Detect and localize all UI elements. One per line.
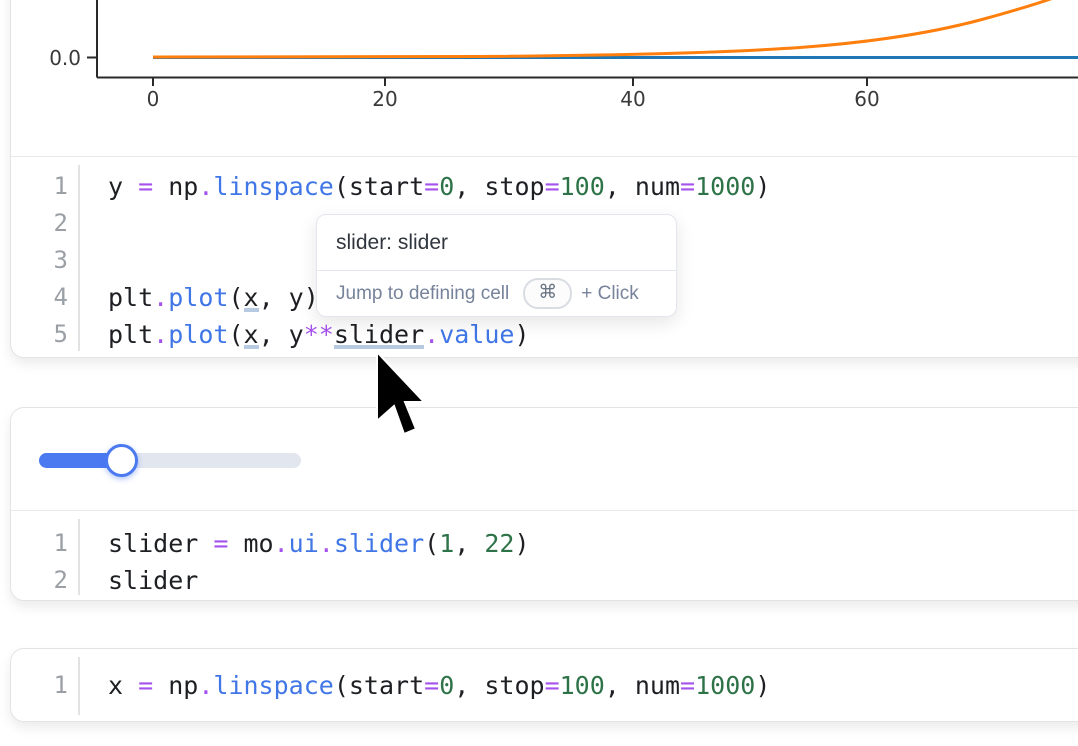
code-token: 0 — [439, 671, 454, 700]
code-token: x — [244, 320, 259, 349]
code-token: . — [153, 320, 168, 349]
line-number: 1 — [11, 667, 87, 704]
code-text[interactable]: slider = mo.ui.slider(1, 22) — [108, 525, 530, 562]
notebook-page: 1y = np.linspace(start=0, stop=100, num=… — [0, 0, 1078, 746]
code-token: , y — [259, 320, 304, 349]
variable-tooltip: slider: slider Jump to defining cell ⌘ +… — [316, 214, 677, 317]
code-token: slider — [334, 320, 424, 349]
code-token: linspace — [213, 172, 333, 201]
code-token: = — [138, 671, 153, 700]
cell-x: 1x = np.linspace(start=0, stop=100, num=… — [10, 648, 1078, 722]
code-token: , num — [605, 671, 680, 700]
gutter-separator — [78, 165, 80, 351]
slider-thumb[interactable] — [105, 444, 138, 477]
code-token: . — [198, 172, 213, 201]
code-text[interactable]: slider — [108, 562, 198, 599]
line-number: 3 — [11, 242, 87, 279]
code-token: = — [680, 172, 695, 201]
code-token: slider — [108, 529, 213, 558]
line-number: 5 — [11, 316, 87, 353]
code-token: plot — [168, 320, 228, 349]
tooltip-action-label: Jump to defining cell — [336, 283, 509, 305]
code-text[interactable]: plt.plot(x, y**slider.value) — [108, 316, 530, 353]
line-number: 2 — [11, 562, 87, 599]
code-text[interactable]: plt.plot(x, y) — [108, 279, 319, 316]
code-token: 100 — [560, 172, 605, 201]
gutter-separator — [78, 519, 80, 595]
tooltip-click-hint: + Click — [581, 283, 639, 305]
code-text[interactable]: y = np.linspace(start=0, stop=100, num=1… — [108, 168, 770, 205]
code-token: . — [274, 529, 289, 558]
code-token: , y) — [259, 283, 319, 312]
code-token: 0 — [439, 172, 454, 201]
code-token: ) — [514, 529, 529, 558]
code-line[interactable]: 1x = np.linspace(start=0, stop=100, num=… — [11, 667, 1078, 704]
code-token: , stop — [454, 172, 544, 201]
code-text[interactable]: x = np.linspace(start=0, stop=100, num=1… — [108, 667, 770, 704]
code-token: = — [545, 671, 560, 700]
code-token: , stop — [454, 671, 544, 700]
code-token: plt — [108, 283, 153, 312]
code-token: . — [153, 283, 168, 312]
code-token: 22 — [484, 529, 514, 558]
code-token: ) — [755, 671, 770, 700]
code-token: mo — [228, 529, 273, 558]
code-token: (start — [334, 671, 424, 700]
code-token: 100 — [560, 671, 605, 700]
code-token: y — [108, 172, 138, 201]
code-token: . — [424, 320, 439, 349]
code-token: (start — [334, 172, 424, 201]
line-number: 4 — [11, 279, 87, 316]
code-token: ( — [228, 320, 243, 349]
code-token: . — [319, 529, 334, 558]
code-token: np — [153, 671, 198, 700]
code-token: ui — [289, 529, 319, 558]
code-line[interactable]: 2 slider — [11, 562, 1078, 599]
code-token: = — [138, 172, 153, 201]
code-token: linspace — [213, 671, 333, 700]
code-token: x — [244, 283, 259, 312]
line-number: 1 — [11, 168, 87, 205]
code-line[interactable]: 1y = np.linspace(start=0, stop=100, num=… — [11, 168, 1078, 205]
code-token: plt — [108, 320, 153, 349]
line-number: 1 — [11, 525, 87, 562]
code-line[interactable]: 1slider = mo.ui.slider(1, 22) — [11, 525, 1078, 562]
code-token: ** — [304, 320, 334, 349]
slider-track[interactable] — [39, 453, 301, 468]
code-token: = — [680, 671, 695, 700]
code-token: slider — [334, 529, 424, 558]
cell-x-editor[interactable]: 1x = np.linspace(start=0, stop=100, num=… — [11, 649, 1078, 723]
code-token: = — [545, 172, 560, 201]
cell-slider: 1slider = mo.ui.slider(1, 22)2slider — [10, 407, 1078, 601]
code-token: . — [198, 671, 213, 700]
cell-slider-output — [11, 408, 1078, 511]
code-token: plot — [168, 283, 228, 312]
code-token: ) — [755, 172, 770, 201]
code-token: np — [153, 172, 198, 201]
code-token: value — [439, 320, 514, 349]
cell-plot-output — [11, 0, 1078, 157]
code-token: ( — [424, 529, 439, 558]
code-token: x — [108, 671, 138, 700]
tooltip-action-row[interactable]: Jump to defining cell ⌘ + Click — [317, 271, 676, 316]
line-number: 2 — [11, 205, 87, 242]
code-token: = — [213, 529, 228, 558]
command-key-badge: ⌘ — [523, 278, 572, 309]
code-token: 1 — [439, 529, 454, 558]
code-token: 1000 — [695, 172, 755, 201]
code-line[interactable]: 5plt.plot(x, y**slider.value) — [11, 316, 1078, 353]
code-token: , — [454, 529, 484, 558]
gutter-separator — [78, 657, 80, 715]
code-token: 1000 — [695, 671, 755, 700]
tooltip-title: slider: slider — [317, 215, 676, 270]
code-token: , num — [605, 172, 680, 201]
code-token: slider — [108, 566, 198, 595]
code-token: = — [424, 172, 439, 201]
code-token: ( — [228, 283, 243, 312]
cell-slider-editor[interactable]: 1slider = mo.ui.slider(1, 22)2slider — [11, 511, 1078, 603]
code-token: = — [424, 671, 439, 700]
code-token: ) — [514, 320, 529, 349]
